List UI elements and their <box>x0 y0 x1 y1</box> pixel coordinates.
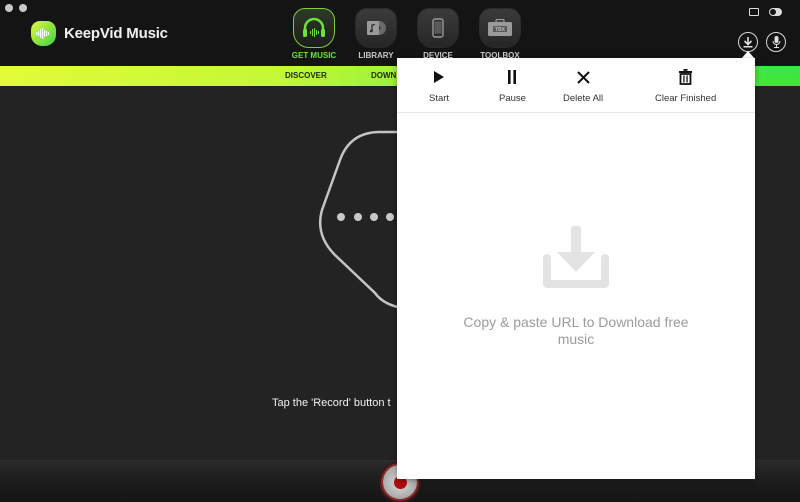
top-right-controls <box>749 8 782 16</box>
clear-finished-button[interactable]: Clear Finished <box>655 68 716 104</box>
phone-icon <box>417 8 459 48</box>
nav-label: GET MUSIC <box>291 51 337 60</box>
microphone-icon <box>772 36 780 48</box>
window-controls <box>5 4 27 12</box>
toolbox-badge-text: TBX <box>495 27 506 33</box>
start-button[interactable]: Start <box>429 68 449 104</box>
main-nav: GET MUSIC LIBRARY DEVICE TBX TOOLBOX <box>283 8 531 60</box>
empty-state-text: Copy & paste URL to Download free music <box>463 314 689 347</box>
toggle-icon[interactable] <box>769 8 782 16</box>
record-audio-button[interactable] <box>766 32 786 52</box>
delete-all-button[interactable]: Delete All <box>563 68 603 104</box>
clear-finished-label: Clear Finished <box>655 93 717 104</box>
toolbox-icon: TBX <box>479 8 521 48</box>
dot <box>337 213 345 221</box>
message-icon[interactable] <box>749 8 759 16</box>
play-icon <box>433 68 445 86</box>
dot <box>354 213 362 221</box>
download-popover: Start Pause Delete All Clear Finished Co… <box>397 58 755 479</box>
nav-label: LIBRARY <box>358 51 394 60</box>
pause-label: Pause <box>499 93 526 104</box>
tab-discover[interactable]: DISCOVER <box>285 71 327 80</box>
nav-toolbox[interactable]: TBX TOOLBOX <box>469 8 531 60</box>
library-icon <box>355 8 397 48</box>
download-toolbar: Start Pause Delete All Clear Finished <box>397 58 755 113</box>
nav-device[interactable]: DEVICE <box>407 8 469 60</box>
loading-dots <box>337 213 394 221</box>
app-logo: KeepVid Music <box>31 21 168 46</box>
dot <box>386 213 394 221</box>
nav-library[interactable]: LIBRARY <box>345 8 407 60</box>
dot <box>370 213 378 221</box>
app-title: KeepVid Music <box>64 25 168 42</box>
pause-button[interactable]: Pause <box>499 68 526 104</box>
app-window: KeepVid Music GET MUSIC LIBRARY DEVICE T… <box>0 0 800 502</box>
tab-download[interactable]: DOWN <box>371 71 396 80</box>
download-tray-icon <box>543 226 609 288</box>
record-visualizer <box>318 130 410 311</box>
download-button[interactable] <box>738 32 758 52</box>
record-instruction: Tap the 'Record' button t <box>272 397 391 409</box>
waveform-logo-icon <box>31 21 56 46</box>
delete-all-label: Delete All <box>563 93 604 104</box>
close-window-button[interactable] <box>5 4 13 12</box>
pause-icon <box>507 68 517 86</box>
nav-get-music[interactable]: GET MUSIC <box>283 8 345 60</box>
empty-state: Copy & paste URL to Download free music <box>397 226 755 348</box>
download-icon <box>743 36 753 47</box>
trash-icon <box>679 68 693 86</box>
top-bar: KeepVid Music GET MUSIC LIBRARY DEVICE T… <box>0 0 800 66</box>
close-icon <box>576 68 590 86</box>
minimize-window-button[interactable] <box>19 4 27 12</box>
headphones-icon <box>293 8 335 48</box>
start-label: Start <box>429 93 450 104</box>
